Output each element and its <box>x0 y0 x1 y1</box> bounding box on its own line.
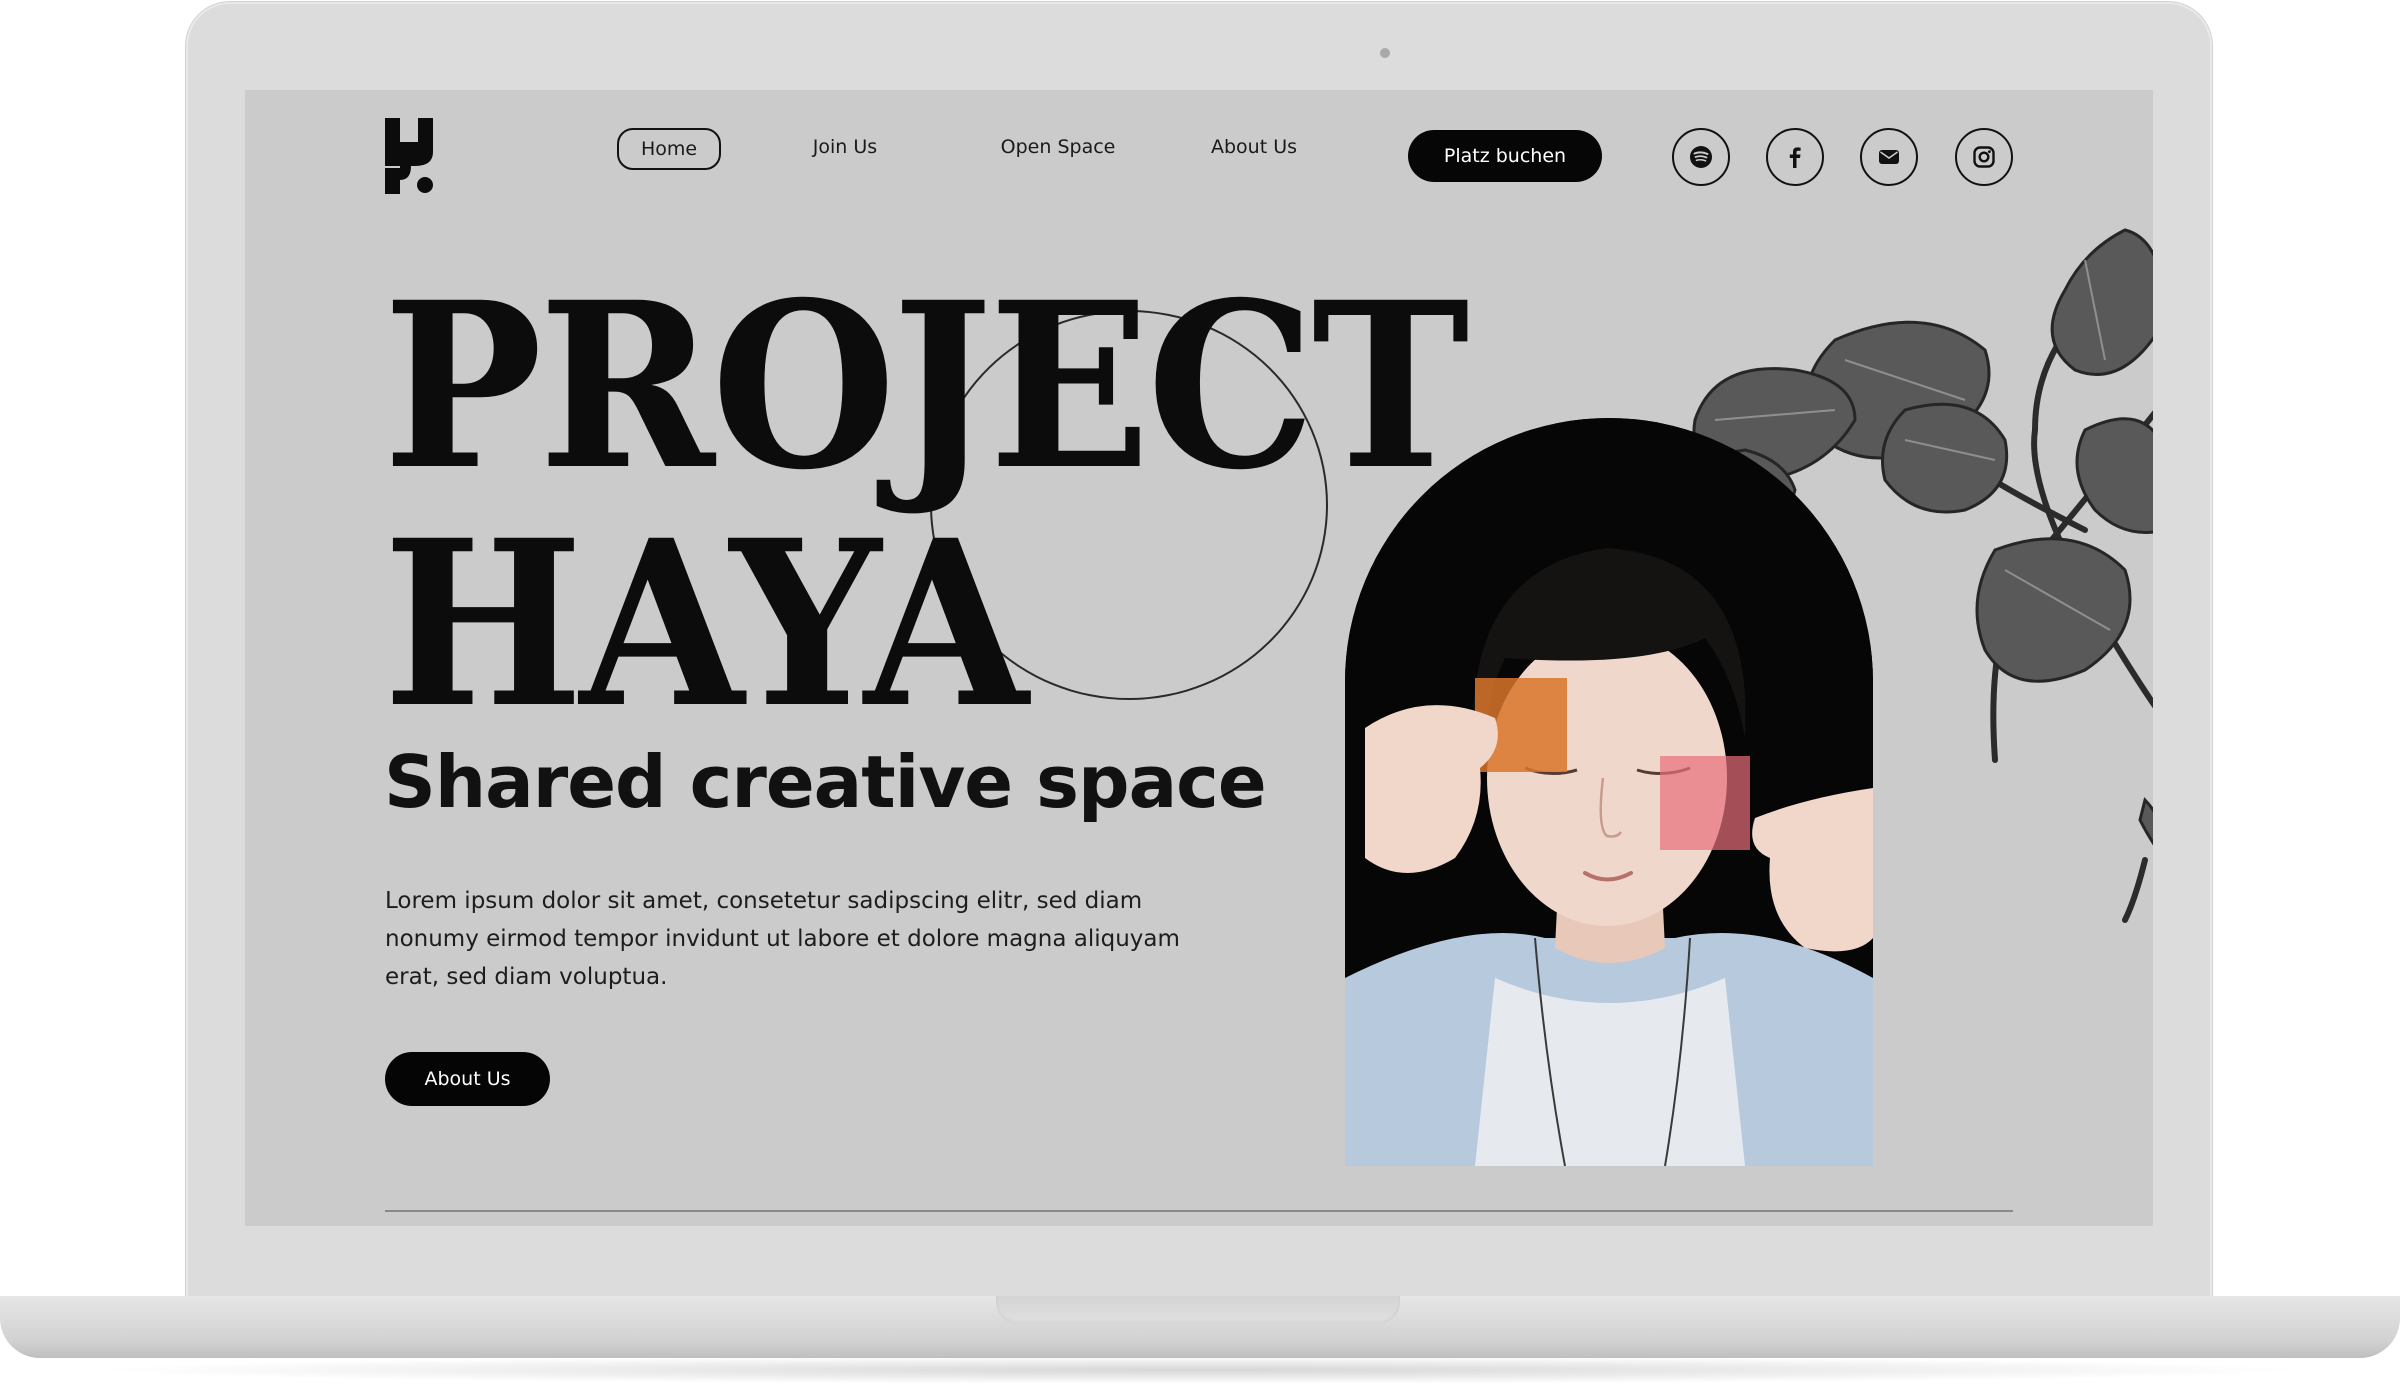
portrait-illustration <box>1345 418 1873 1166</box>
camera-dot <box>1380 48 1390 58</box>
section-divider <box>385 1210 2013 1212</box>
about-us-button[interactable]: About Us <box>385 1052 550 1106</box>
website-screen: Home Join Us Open Space About Us Platz b… <box>245 90 2153 1226</box>
nav-about-us-link[interactable]: About Us <box>1189 128 1319 170</box>
mail-icon <box>1879 150 1899 164</box>
spotify-icon <box>1690 146 1712 168</box>
hero-subtitle: Shared creative space <box>384 740 1267 824</box>
hero-title-line-1: PROJECT <box>383 252 1470 520</box>
instagram-icon <box>1973 146 1995 168</box>
laptop-base-notch <box>996 1296 1400 1324</box>
facebook-icon <box>1789 147 1801 168</box>
laptop-shadow <box>80 1356 2320 1384</box>
nav-open-space-link[interactable]: Open Space <box>983 128 1133 170</box>
hero-portrait-image <box>1345 418 1873 1166</box>
facebook-button[interactable] <box>1766 128 1824 186</box>
book-seat-button[interactable]: Platz buchen <box>1408 130 1602 182</box>
mail-button[interactable] <box>1860 128 1918 186</box>
haya-logo-icon[interactable] <box>385 118 435 194</box>
nav-home-link[interactable]: Home <box>617 128 721 170</box>
hero-title-line-2: HAYA <box>383 490 1028 758</box>
nav-join-us-link[interactable]: Join Us <box>785 128 905 170</box>
hero-description: Lorem ipsum dolor sit amet, consetetur s… <box>385 888 1180 990</box>
spotify-button[interactable] <box>1672 128 1730 186</box>
instagram-button[interactable] <box>1955 128 2013 186</box>
